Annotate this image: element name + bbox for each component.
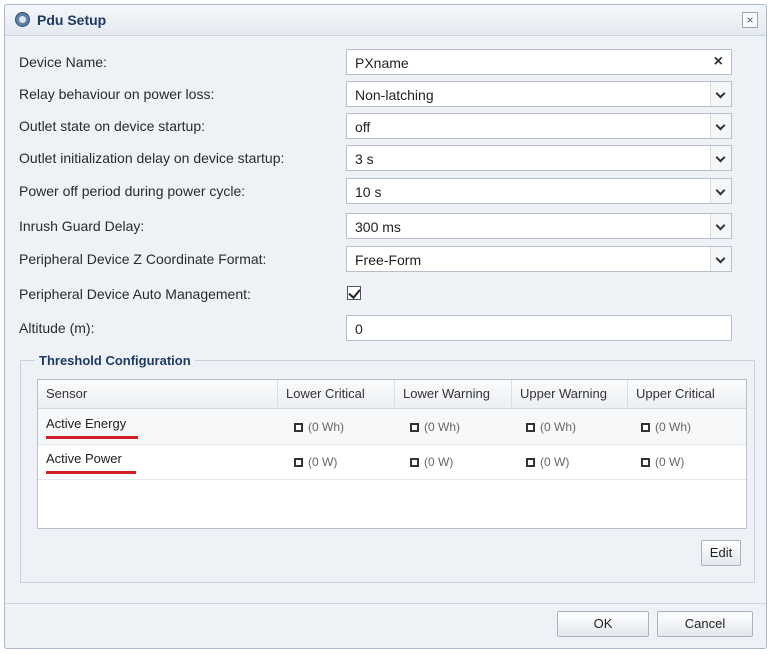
auto-management-label: Peripheral Device Auto Management:: [19, 286, 251, 302]
red-underline: [46, 471, 136, 474]
red-underline: [46, 436, 138, 439]
lower-warning-cell[interactable]: (0 W): [410, 453, 453, 469]
z-coordinate-format-value: Free-Form: [355, 252, 422, 268]
auto-management-checkbox[interactable]: [347, 286, 361, 300]
power-off-period-value: 10 s: [355, 184, 382, 200]
inrush-guard-select[interactable]: 300 ms: [346, 213, 732, 239]
chevron-down-icon[interactable]: [710, 82, 731, 106]
column-header-sensor[interactable]: Sensor: [38, 380, 278, 408]
ok-button[interactable]: OK: [557, 611, 649, 637]
threshold-unit: (0 W): [540, 455, 570, 470]
power-off-period-select[interactable]: 10 s: [346, 178, 732, 204]
z-coordinate-format-row: Peripheral Device Z Coordinate Format: F…: [5, 246, 766, 274]
inrush-guard-row: Inrush Guard Delay: 300 ms: [5, 213, 766, 241]
relay-behaviour-label: Relay behaviour on power loss:: [19, 86, 215, 102]
outlet-init-delay-label: Outlet initialization delay on device st…: [19, 150, 285, 166]
z-coordinate-format-select[interactable]: Free-Form: [346, 246, 732, 272]
power-off-period-label: Power off period during power cycle:: [19, 183, 246, 199]
column-header-upper-warning[interactable]: Upper Warning: [512, 380, 628, 408]
relay-behaviour-value: Non-latching: [355, 87, 434, 103]
threshold-unit: (0 Wh): [540, 420, 576, 435]
relay-behaviour-row: Relay behaviour on power loss: Non-latch…: [5, 81, 766, 109]
inrush-guard-value: 300 ms: [355, 219, 401, 235]
sensor-name: Active Energy: [46, 416, 138, 439]
checkbox-icon[interactable]: [641, 457, 650, 467]
table-row[interactable]: Active Energy (0 Wh) (0 Wh) (0 Wh) (0 Wh…: [38, 409, 746, 445]
altitude-row: Altitude (m): 0: [5, 315, 766, 343]
clear-icon[interactable]: ×: [714, 53, 723, 71]
upper-critical-cell[interactable]: (0 Wh): [641, 418, 691, 434]
outlet-init-delay-select[interactable]: 3 s: [346, 145, 732, 171]
close-button[interactable]: ×: [742, 12, 758, 28]
threshold-unit: (0 Wh): [308, 420, 344, 435]
checkbox-icon[interactable]: [526, 422, 535, 432]
pdu-setup-dialog: Pdu Setup × Device Name: PXname × Relay …: [4, 4, 767, 649]
checkbox-icon[interactable]: [641, 422, 650, 432]
cancel-button[interactable]: Cancel: [657, 611, 753, 637]
threshold-unit: (0 W): [655, 455, 685, 470]
footer-divider: [5, 603, 766, 604]
altitude-label: Altitude (m):: [19, 320, 95, 336]
inrush-guard-label: Inrush Guard Delay:: [19, 218, 145, 234]
table-row[interactable]: Active Power (0 W) (0 W) (0 W) (0 W): [38, 444, 746, 480]
checkbox-icon[interactable]: [526, 457, 535, 467]
chevron-down-icon[interactable]: [710, 247, 731, 271]
threshold-unit: (0 Wh): [424, 420, 460, 435]
threshold-unit: (0 W): [308, 455, 338, 470]
outlet-init-delay-row: Outlet initialization delay on device st…: [5, 145, 766, 173]
upper-critical-cell[interactable]: (0 W): [641, 453, 684, 469]
checkbox-icon[interactable]: [410, 457, 419, 467]
threshold-table-header: Sensor Lower Critical Lower Warning Uppe…: [38, 380, 746, 409]
lower-critical-cell[interactable]: (0 W): [294, 453, 337, 469]
threshold-table: Sensor Lower Critical Lower Warning Uppe…: [37, 379, 747, 529]
dialog-title: Pdu Setup: [37, 12, 107, 28]
outlet-state-row: Outlet state on device startup: off: [5, 113, 766, 141]
altitude-input[interactable]: 0: [346, 315, 732, 341]
device-name-label: Device Name:: [19, 54, 107, 70]
column-header-upper-critical[interactable]: Upper Critical: [628, 380, 746, 408]
threshold-unit: (0 Wh): [655, 420, 691, 435]
sensor-name-text: Active Power: [46, 451, 122, 466]
column-header-lower-critical[interactable]: Lower Critical: [278, 380, 395, 408]
sensor-name-text: Active Energy: [46, 416, 127, 431]
edit-button[interactable]: Edit: [701, 540, 741, 566]
outlet-state-label: Outlet state on device startup:: [19, 118, 205, 134]
device-name-row: Device Name: PXname ×: [5, 49, 766, 77]
sensor-name: Active Power: [46, 451, 136, 474]
lower-warning-cell[interactable]: (0 Wh): [410, 418, 460, 434]
chevron-down-icon[interactable]: [710, 114, 731, 138]
checkbox-icon[interactable]: [294, 457, 303, 467]
z-coordinate-format-label: Peripheral Device Z Coordinate Format:: [19, 251, 267, 267]
threshold-unit: (0 W): [424, 455, 454, 470]
chevron-down-icon[interactable]: [710, 146, 731, 170]
column-header-lower-warning[interactable]: Lower Warning: [395, 380, 512, 408]
auto-management-row: Peripheral Device Auto Management:: [5, 281, 766, 309]
checkbox-icon[interactable]: [410, 422, 419, 432]
lower-critical-cell[interactable]: (0 Wh): [294, 418, 344, 434]
chevron-down-icon[interactable]: [710, 179, 731, 203]
checkbox-icon[interactable]: [294, 422, 303, 432]
dialog-titlebar: Pdu Setup ×: [5, 5, 766, 36]
pdu-setup-icon: [15, 12, 30, 27]
outlet-init-delay-value: 3 s: [355, 151, 374, 167]
altitude-value: 0: [355, 321, 363, 337]
upper-warning-cell[interactable]: (0 Wh): [526, 418, 576, 434]
relay-behaviour-select[interactable]: Non-latching: [346, 81, 732, 107]
power-off-period-row: Power off period during power cycle: 10 …: [5, 178, 766, 206]
outlet-state-value: off: [355, 119, 371, 135]
outlet-state-select[interactable]: off: [346, 113, 732, 139]
chevron-down-icon[interactable]: [710, 214, 731, 238]
upper-warning-cell[interactable]: (0 W): [526, 453, 569, 469]
device-name-value: PXname: [355, 55, 409, 71]
threshold-configuration-legend: Threshold Configuration: [39, 353, 191, 368]
device-name-input[interactable]: PXname ×: [346, 49, 732, 75]
